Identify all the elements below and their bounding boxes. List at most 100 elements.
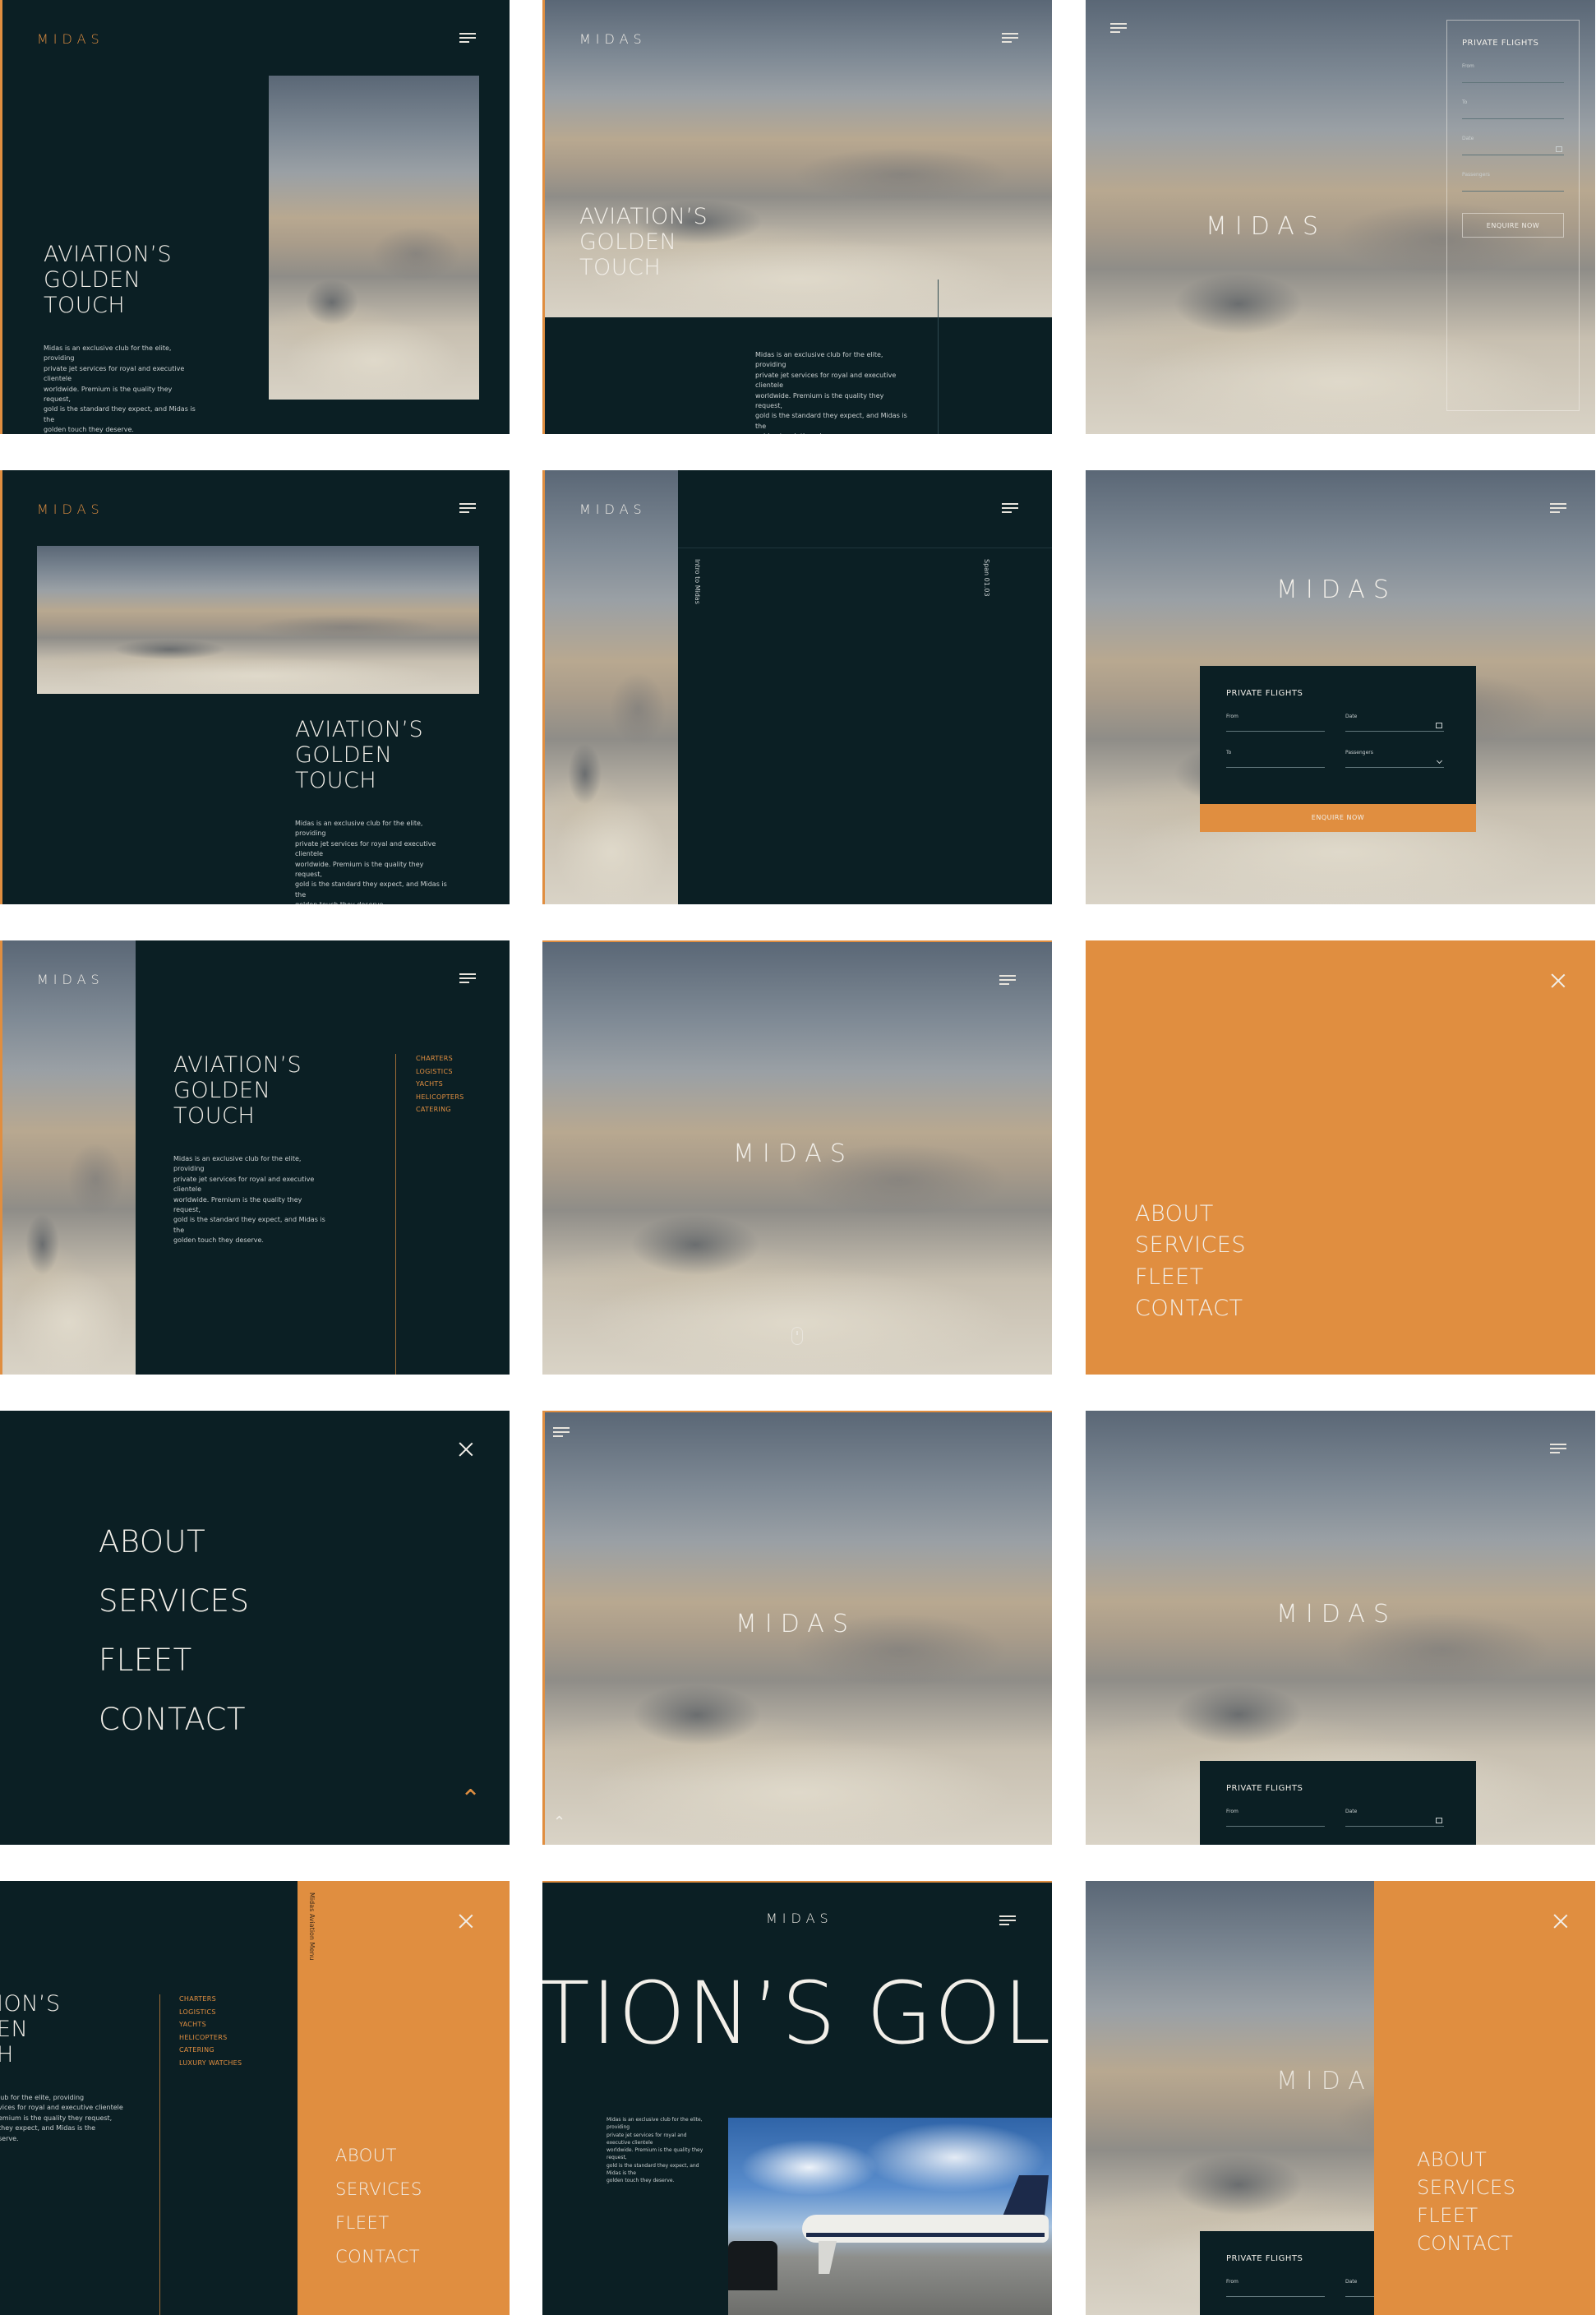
close-icon[interactable] [1553, 1914, 1568, 1929]
hero-paragraph: Midas is an exclusive club for the elite… [755, 351, 907, 434]
hamburger-icon[interactable] [459, 973, 476, 983]
screens-board: { "brand": {"logo": "MIDAS", "colors": {… [0, 0, 1596, 2315]
frame-menu-slide-over: ION’S EN H lub for the elite, providing vic… [0, 1881, 510, 2315]
menu-item-fleet[interactable]: FLEET [99, 1631, 249, 1690]
frame-hero-full-image: MIDAS AVIATION’S GOLDEN TOUCH Midas is an … [542, 0, 1052, 434]
close-icon[interactable] [459, 1442, 473, 1457]
hamburger-icon[interactable] [1110, 23, 1127, 33]
frame-splash-logo-alt: MIDAS ⌃ [542, 1411, 1052, 1845]
menu-item-contact[interactable]: CONTACT [99, 1690, 249, 1749]
hero-paragraph: Midas is an exclusive club for the elite… [44, 344, 196, 434]
frame-marquee-fleet: MIDAS TION’S GOLD Midas is an exclusive … [542, 1881, 1052, 2315]
midas-logo[interactable]: MIDAS [1206, 212, 1326, 241]
midas-logo[interactable]: MIDAS [579, 31, 647, 47]
hamburger-icon[interactable] [1550, 503, 1566, 513]
from-field[interactable]: From [1226, 714, 1325, 732]
to-field[interactable]: To [1226, 750, 1325, 768]
main-menu: ABOUT SERVICES FLEET CONTACT [99, 1513, 249, 1750]
midas-logo[interactable]: MIDAS [733, 1139, 854, 1168]
frame-logo-with-side-form: MIDAS PRIVATE FLIGHTS From To Date Passe… [1086, 0, 1595, 434]
service-item[interactable]: CHARTERS [416, 1052, 464, 1065]
menu-item-about[interactable]: ABOUT [99, 1513, 249, 1572]
menu-item-fleet[interactable]: FLEET [1417, 2202, 1515, 2230]
date-field[interactable]: Date [1462, 136, 1564, 155]
midas-logo[interactable]: MIDAS [37, 31, 104, 47]
date-field[interactable]: Date [1345, 714, 1444, 732]
hero-headline: AVIATION’S GOLDEN TOUCH [173, 1052, 302, 1130]
hamburger-icon[interactable] [999, 975, 1016, 985]
date-field[interactable]: Date [1345, 1809, 1444, 1827]
menu-panel: Midas Aviation Menu ABOUT SERVICES FLEET… [298, 1881, 510, 2315]
enquire-button[interactable]: ENQUIRE NOW [1200, 804, 1476, 832]
close-icon[interactable] [1551, 973, 1566, 988]
hamburger-icon[interactable] [1002, 503, 1018, 513]
form-title: PRIVATE FLIGHTS [1462, 39, 1539, 48]
menu-item-about[interactable]: ABOUT [1417, 2146, 1515, 2174]
from-field[interactable]: From [1226, 2279, 1325, 2297]
menu-panel: ABOUT SERVICES FLEET CONTACT [1374, 1881, 1595, 2315]
menu-item-services[interactable]: SERVICES [99, 1572, 249, 1631]
menu-item-services[interactable]: SERVICES [1135, 1230, 1246, 1261]
menu-item-fleet[interactable]: FLEET [335, 2206, 422, 2240]
private-flights-form: PRIVATE FLIGHTS From Date To Passengers … [1200, 666, 1476, 832]
service-item[interactable]: HELICOPTERS [416, 1091, 464, 1104]
service-item[interactable]: YACHTS [416, 1078, 464, 1091]
to-field[interactable]: To [1462, 99, 1564, 119]
midas-logo[interactable]: MIDAS [1276, 1600, 1397, 1629]
frame-hero-with-services: MIDAS AVIATION’S GOLDEN TOUCH Midas is an … [0, 940, 510, 1375]
scroll-mouse-icon[interactable] [791, 1327, 803, 1345]
service-item[interactable]: CHARTERS [179, 1993, 242, 2006]
divider-line [159, 1994, 160, 2315]
side-image [545, 470, 678, 904]
hero-image [37, 546, 479, 694]
divider-line [395, 1054, 396, 1375]
service-item[interactable]: YACHTS [179, 2018, 242, 2031]
hero-headline-cropped: ION’S EN H [0, 1991, 61, 2068]
midas-glyph-icon: ⌃ [460, 1785, 482, 1814]
calendar-icon [1556, 146, 1562, 152]
midas-logo[interactable]: MIDAS [37, 501, 104, 517]
service-item[interactable]: CATERING [416, 1103, 464, 1116]
service-item[interactable]: HELICOPTERS [179, 2031, 242, 2045]
hamburger-icon[interactable] [459, 503, 476, 513]
midas-logo[interactable]: MIDAS [37, 972, 104, 987]
midas-logo[interactable]: MIDAS [579, 501, 647, 517]
main-menu: ABOUT SERVICES FLEET CONTACT [1135, 1199, 1246, 1324]
service-item[interactable]: LUXURY WATCHES [179, 2057, 242, 2070]
marquee-headline: TION’S GOLD [542, 1963, 1052, 2063]
menu-item-contact[interactable]: CONTACT [335, 2240, 422, 2274]
service-item[interactable]: LOGISTICS [179, 2006, 242, 2019]
enquire-button[interactable]: ENQUIRE NOW [1462, 213, 1564, 238]
from-field[interactable]: From [1462, 63, 1564, 83]
frame-menu-navy: ABOUT SERVICES FLEET CONTACT ⌃ [0, 1411, 510, 1845]
hamburger-icon[interactable] [553, 1427, 570, 1437]
frame-hero-wide-image: MIDAS AVIATION’S GOLDEN TOUCH Midas is an … [0, 470, 510, 904]
hamburger-icon[interactable] [999, 1915, 1016, 1925]
chevron-down-icon [1436, 757, 1443, 765]
service-item[interactable]: LOGISTICS [416, 1065, 464, 1079]
service-item[interactable]: CATERING [179, 2044, 242, 2057]
frame-splash-logo: MIDAS [542, 940, 1052, 1375]
frame-logo-with-peek-form: MIDAS PRIVATE FLIGHTS From Date [1086, 1411, 1595, 1845]
from-field[interactable]: From [1226, 1809, 1325, 1827]
form-title: PRIVATE FLIGHTS [1226, 689, 1303, 698]
menu-item-about[interactable]: ABOUT [335, 2139, 422, 2173]
menu-item-about[interactable]: ABOUT [1135, 1199, 1246, 1230]
menu-item-contact[interactable]: CONTACT [1417, 2230, 1515, 2257]
intro-label: Intro to Midas [694, 559, 701, 604]
passengers-field[interactable]: Passengers [1462, 172, 1564, 192]
hamburger-icon[interactable] [459, 33, 476, 43]
menu-item-services[interactable]: SERVICES [1417, 2174, 1515, 2202]
menu-item-contact[interactable]: CONTACT [1135, 1293, 1246, 1324]
midas-logo[interactable]: MIDAS [1276, 575, 1397, 604]
side-image [2, 940, 136, 1375]
midas-logo[interactable]: MIDAS [766, 1911, 833, 1926]
menu-item-services[interactable]: SERVICES [335, 2173, 422, 2206]
close-icon[interactable] [459, 1914, 473, 1929]
midas-logo[interactable]: MIDAS [736, 1610, 856, 1638]
passengers-field[interactable]: Passengers [1345, 750, 1444, 768]
hamburger-icon[interactable] [1550, 1444, 1566, 1453]
hero-paragraph: Midas is an exclusive club for the elite… [295, 820, 447, 904]
hamburger-icon[interactable] [1002, 33, 1018, 43]
menu-item-fleet[interactable]: FLEET [1135, 1262, 1246, 1293]
